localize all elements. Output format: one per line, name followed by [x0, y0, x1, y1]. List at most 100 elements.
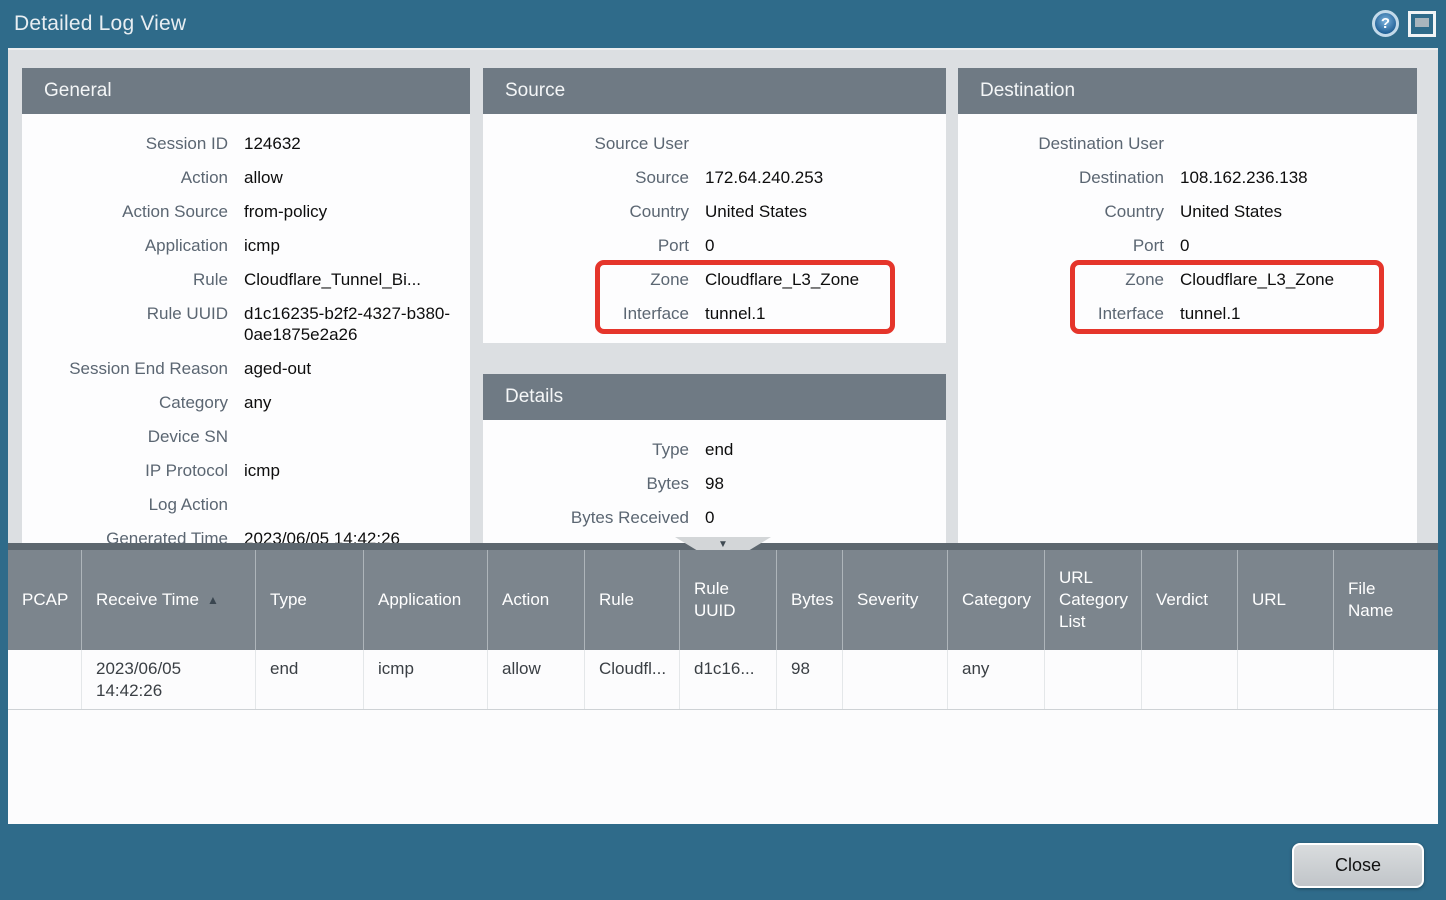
field-value [705, 133, 719, 154]
detail-panels-area: General Session ID124632 Actionallow Act… [8, 48, 1438, 543]
field-category: Categoryany [22, 385, 470, 419]
field-value [244, 494, 258, 515]
col-header-application[interactable]: Application [364, 550, 488, 650]
field-label: Log Action [22, 494, 228, 515]
dialog-titlebar: Detailed Log View ? [0, 0, 1446, 48]
cell-file-name [1334, 650, 1438, 709]
log-table: PCAP Receive Time▲ Type Application Acti… [8, 550, 1438, 824]
cell-rule-uuid: d1c16... [680, 650, 777, 709]
cell-bytes: 98 [777, 650, 843, 709]
field-port: Port0 [483, 228, 946, 262]
field-value: d1c16235-b2f2-4327-b380-0ae1875e2a26 [244, 303, 470, 345]
field-label: Type [483, 439, 689, 460]
panel-destination-title: Destination [958, 68, 1417, 114]
cell-application: icmp [364, 650, 488, 709]
col-header-bytes[interactable]: Bytes [777, 550, 843, 650]
field-label: Zone [483, 269, 689, 290]
col-header-rule[interactable]: Rule [585, 550, 680, 650]
col-header-type[interactable]: Type [256, 550, 364, 650]
col-header-pcap[interactable]: PCAP [8, 550, 82, 650]
field-zone: Zone Cloudflare_L3_Zone [483, 262, 946, 296]
field-value: Cloudflare_L3_Zone [705, 269, 873, 290]
help-icon[interactable]: ? [1372, 10, 1399, 37]
field-label: Session ID [22, 133, 228, 154]
field-label: Country [483, 201, 689, 222]
field-value: 0 [705, 507, 728, 528]
cell-url [1238, 650, 1334, 709]
field-source-user: Source User [483, 126, 946, 160]
field-country: Country United States [958, 194, 1417, 228]
panel-details: Details Typeend Bytes98 Bytes Received0 [483, 374, 946, 545]
field-label: Action Source [22, 201, 228, 222]
field-action-source: Action Source from-policy [22, 194, 470, 228]
log-table-header: PCAP Receive Time▲ Type Application Acti… [8, 550, 1438, 650]
col-header-url-category-list[interactable]: URL Category List [1045, 550, 1142, 650]
panel-general-body: Session ID124632 Actionallow Action Sour… [22, 114, 470, 545]
splitter-handle[interactable]: ▼ [675, 537, 771, 551]
field-value: Cloudflare_Tunnel_Bi... [244, 269, 435, 290]
field-value: end [705, 439, 747, 460]
field-label: Country [958, 201, 1164, 222]
field-ip-protocol: IP Protocolicmp [22, 453, 470, 487]
field-value: allow [244, 167, 297, 188]
field-value: 172.64.240.253 [705, 167, 837, 188]
field-label: Application [22, 235, 228, 256]
field-interface: Interface tunnel.1 [958, 296, 1417, 330]
field-label: Device SN [22, 426, 228, 447]
field-country: Country United States [483, 194, 946, 228]
field-value: icmp [244, 235, 294, 256]
field-label: Interface [483, 303, 689, 324]
field-value: tunnel.1 [1180, 303, 1255, 324]
col-header-file-name[interactable]: File Name [1334, 550, 1438, 650]
col-header-rule-uuid[interactable]: Rule UUID [680, 550, 777, 650]
window-restore-icon[interactable] [1408, 11, 1436, 37]
table-row[interactable]: 2023/06/05 14:42:26 end icmp allow Cloud… [8, 650, 1438, 710]
field-action: Actionallow [22, 160, 470, 194]
field-value: tunnel.1 [705, 303, 780, 324]
field-value: 0 [1180, 235, 1203, 256]
window-restore-icon-inner [1415, 18, 1429, 27]
sort-asc-icon: ▲ [207, 589, 219, 611]
field-label: Interface [958, 303, 1164, 324]
field-label: IP Protocol [22, 460, 228, 481]
col-header-category[interactable]: Category [948, 550, 1045, 650]
field-value: any [244, 392, 285, 413]
field-label: Bytes [483, 473, 689, 494]
field-value: 108.162.236.138 [1180, 167, 1322, 188]
field-value: from-policy [244, 201, 341, 222]
col-header-receive-time[interactable]: Receive Time▲ [82, 550, 256, 650]
field-zone: ZoneCloudflare_L3_Zone [958, 262, 1417, 296]
col-header-url[interactable]: URL [1238, 550, 1334, 650]
page-title: Detailed Log View [14, 0, 186, 48]
chevron-down-icon: ▼ [718, 539, 728, 550]
field-label: Zone [958, 269, 1164, 290]
panel-destination: Destination Destination User Destination… [958, 68, 1417, 545]
cell-category: any [948, 650, 1045, 709]
field-label: Rule UUID [22, 303, 228, 345]
panel-details-title: Details [483, 374, 946, 420]
cell-receive-time: 2023/06/05 14:42:26 [82, 650, 256, 709]
field-value: United States [705, 201, 821, 222]
field-type: Typeend [483, 432, 946, 466]
field-label: Destination [958, 167, 1164, 188]
col-header-severity[interactable]: Severity [843, 550, 948, 650]
field-bytes-received: Bytes Received0 [483, 500, 946, 534]
col-header-verdict[interactable]: Verdict [1142, 550, 1238, 650]
field-interface: Interface tunnel.1 [483, 296, 946, 330]
titlebar-icons: ? [1372, 10, 1436, 37]
field-application: Application icmp [22, 228, 470, 262]
field-label: Source [483, 167, 689, 188]
field-value [1180, 133, 1194, 154]
field-value [244, 426, 258, 447]
field-port: Port0 [958, 228, 1417, 262]
field-log-action: Log Action [22, 487, 470, 521]
field-value: 0 [705, 235, 728, 256]
field-label: Session End Reason [22, 358, 228, 379]
field-rule-uuid: Rule UUID d1c16235-b2f2-4327-b380-0ae1875… [22, 296, 470, 351]
field-label: Rule [22, 269, 228, 290]
field-value: United States [1180, 201, 1296, 222]
field-rule: Rule Cloudflare_Tunnel_Bi... [22, 262, 470, 296]
panel-details-body: Typeend Bytes98 Bytes Received0 [483, 420, 946, 534]
col-header-action[interactable]: Action [488, 550, 585, 650]
close-button[interactable]: Close [1292, 843, 1424, 888]
